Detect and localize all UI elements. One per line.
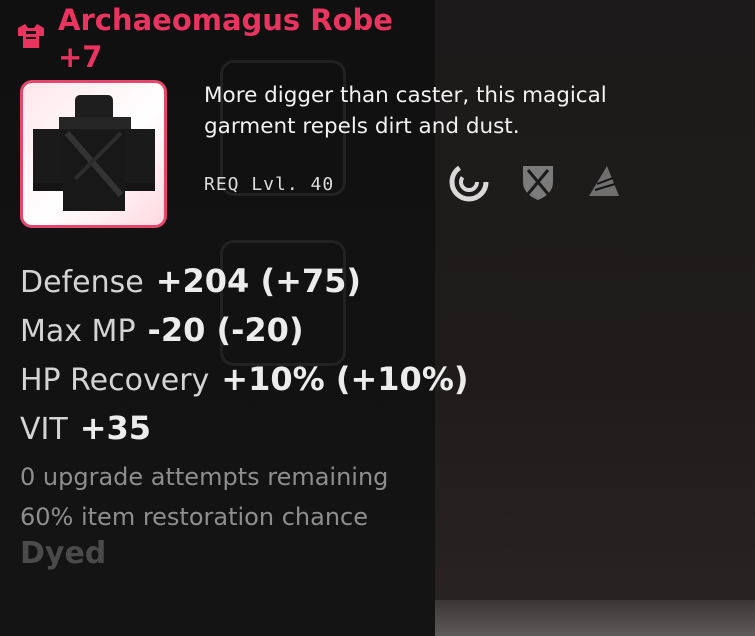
restoration-chance-note: 60% item restoration chance xyxy=(20,503,368,531)
item-title: Archaeomagus Robe +7 xyxy=(58,2,393,76)
item-image-frame xyxy=(20,80,167,228)
stat-value: +10% (+10%) xyxy=(221,360,469,398)
item-tooltip: Archaeomagus Robe +7 More digger than ca… xyxy=(0,0,755,636)
warrior-shield-icon xyxy=(523,166,553,200)
sail-icon xyxy=(589,166,619,196)
black-robe-icon xyxy=(33,95,155,211)
stat-name: Defense xyxy=(20,265,144,300)
item-name: Archaeomagus Robe xyxy=(58,3,393,37)
stat-value: -20 (-20) xyxy=(147,311,304,349)
upgrade-attempts-note: 0 upgrade attempts remaining xyxy=(20,463,389,491)
stat-row-vit: VIT +35 xyxy=(20,409,469,458)
stat-value: +204 (+75) xyxy=(155,262,362,300)
level-requirement: REQ Lvl. 40 xyxy=(204,174,335,195)
description-line: garment repels dirt and dust. xyxy=(204,114,520,139)
stat-row-max-mp: Max MP -20 (-20) xyxy=(20,311,469,360)
title-row: Archaeomagus Robe +7 xyxy=(14,2,393,76)
description-line: More digger than caster, this magical xyxy=(204,83,607,108)
item-description: More digger than caster, this magical ga… xyxy=(204,80,744,142)
mage-swirl-icon xyxy=(449,162,489,202)
stat-list: Defense +204 (+75) Max MP -20 (-20) HP R… xyxy=(20,262,469,458)
stat-row-defense: Defense +204 (+75) xyxy=(20,262,469,311)
stat-value: +35 xyxy=(79,409,152,447)
stat-name: VIT xyxy=(20,412,68,447)
stat-name: Max MP xyxy=(20,314,136,349)
stat-name: HP Recovery xyxy=(20,363,210,398)
armor-chestplate-icon xyxy=(18,24,44,48)
stat-row-hp-recovery: HP Recovery +10% (+10%) xyxy=(20,360,469,409)
dyed-label: Dyed xyxy=(20,536,107,571)
item-upgrade-level: +7 xyxy=(58,40,103,74)
